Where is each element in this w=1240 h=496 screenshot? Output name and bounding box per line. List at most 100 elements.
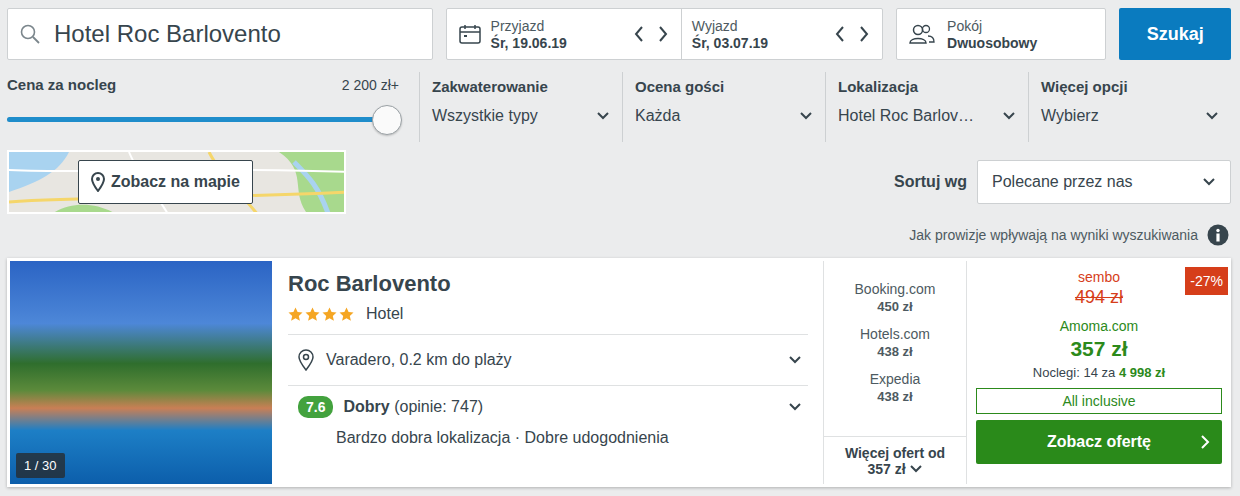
price-label: Cena za nocleg	[7, 76, 116, 93]
offers-column: Booking.com450 zł Hotels.com438 zł Expedia…	[823, 261, 967, 484]
date-text: WyjazdŚr, 03.07.19	[692, 18, 834, 51]
filter-dropdown[interactable]: ZakwaterowanieWszystkie typy	[419, 72, 622, 142]
room-value: Dwuosobowy	[947, 35, 1037, 51]
date-field[interactable]: PrzyjazdŚr, 19.06.19 WyjazdŚr, 03.07.19	[446, 8, 883, 60]
sort-control: Sortuj wg Polecane przez nas	[894, 160, 1231, 204]
star-rating	[288, 307, 354, 322]
chevron-down-icon[interactable]	[788, 402, 802, 412]
chevron-right-icon[interactable]	[657, 25, 669, 43]
map-sort-row: Zobacz na mapie Sortuj wg Polecane przez n…	[7, 150, 1231, 214]
filter-dropdown[interactable]: Ocena gościKażda	[622, 72, 825, 142]
partner-offer[interactable]: Expedia 438 zł	[870, 371, 921, 404]
filter-value-row: Każda	[635, 107, 813, 125]
rating-label: Dobry	[343, 398, 389, 415]
checkin-field[interactable]: PrzyjazdŚr, 19.06.19	[481, 9, 681, 59]
info-icon[interactable]	[1207, 224, 1229, 246]
best-deal: -27%sembo494 złAmoma.com357 złNoclegi: 1…	[967, 261, 1228, 484]
filter-label: Lokalizacja	[838, 78, 1016, 95]
rating-top: 7.6 Dobry (opinie: 747)	[298, 396, 802, 418]
offer-price: 450 zł	[877, 299, 912, 314]
map-pin-icon	[91, 172, 105, 192]
chevron-down-icon[interactable]	[799, 111, 813, 121]
star-icon	[322, 307, 337, 322]
date-value: Śr, 19.06.19	[491, 35, 633, 51]
price-slider-knob[interactable]	[372, 105, 402, 135]
highlights: Bardzo dobra lokalizacja · Dobre udogodn…	[298, 429, 802, 447]
search-input[interactable]	[54, 20, 420, 48]
hotel-photo[interactable]: 1 / 30	[10, 261, 272, 484]
search-field[interactable]	[7, 8, 433, 60]
filter-value-row: Hotel Roc Barlov…	[838, 107, 1016, 125]
chevron-down-icon[interactable]	[1202, 177, 1216, 187]
chevron-down-icon[interactable]	[1002, 111, 1016, 121]
commission-text: Jak prowizje wpływają na wyniki wyszukiw…	[909, 227, 1198, 243]
location-info: Varadero, 0.2 km do plaży	[298, 349, 512, 371]
filter-value-row: Wybierz	[1041, 107, 1219, 125]
sort-dropdown[interactable]: Polecane przez nas	[977, 160, 1231, 204]
checkout-field[interactable]: WyjazdŚr, 03.07.19	[681, 9, 882, 59]
rating-score: 7.6	[298, 396, 333, 418]
calendar-icon	[459, 24, 481, 44]
deal-price: 357 zł	[1070, 337, 1127, 361]
room-field[interactable]: PokójDwuosobowy	[896, 8, 1106, 60]
old-price: 494 zł	[1075, 287, 1123, 308]
hotel-info: Roc Barlovento Hotel Varadero, 0.2 km do p…	[272, 261, 823, 484]
search-icon	[20, 24, 40, 44]
partner-offer[interactable]: Hotels.com438 zł	[860, 326, 930, 359]
partner-offer[interactable]: Booking.com450 zł	[855, 281, 936, 314]
filter-dropdown[interactable]: Więcej opcji Wybierz	[1028, 72, 1231, 142]
chevron-left-icon[interactable]	[834, 25, 846, 43]
location-text: Varadero, 0.2 km do plaży	[326, 351, 512, 369]
date-value: Śr, 03.07.19	[692, 35, 834, 51]
filter-value: Hotel Roc Barlov…	[838, 107, 974, 125]
photo-counter: 1 / 30	[16, 453, 65, 478]
more-offers-price-row: 357 zł	[867, 461, 922, 477]
chevron-down-icon[interactable]	[909, 464, 923, 474]
guests-icon	[909, 23, 935, 45]
total-price: 4 998 zł	[1119, 365, 1165, 380]
filter-value: Wybierz	[1041, 107, 1099, 125]
sort-label: Sortuj wg	[894, 173, 967, 191]
map-preview[interactable]: Zobacz na mapie	[7, 150, 346, 214]
filter-dropdown[interactable]: Lokalizacja Hotel Roc Barlov…	[825, 72, 1028, 142]
view-deal-button[interactable]: Zobacz ofertę	[976, 420, 1222, 464]
date-label: Przyjazd	[491, 18, 633, 34]
commission-note[interactable]: Jak prowizje wpływają na wyniki wyszukiw…	[7, 222, 1231, 248]
offer-site: Expedia	[870, 371, 921, 387]
price-head: Cena za nocleg 2 200 zł+	[7, 76, 401, 93]
rating-info: 7.6 Dobry (opinie: 747)	[298, 396, 483, 418]
price-slider[interactable]	[7, 117, 387, 122]
chevron-left-icon[interactable]	[633, 25, 645, 43]
hotel-name[interactable]: Roc Barlovento	[288, 271, 808, 297]
date-label: Wyjazd	[692, 18, 834, 34]
room-label: Pokój	[947, 18, 1037, 34]
date-text: PrzyjazdŚr, 19.06.19	[491, 18, 633, 51]
location-row[interactable]: Varadero, 0.2 km do plaży	[288, 334, 808, 385]
search-button[interactable]: Szukaj	[1119, 8, 1231, 60]
old-site: sembo	[1078, 269, 1120, 285]
discount-badge: -27%	[1185, 267, 1228, 295]
hotel-class: Hotel	[288, 305, 808, 323]
show-map-label: Zobacz na mapie	[111, 173, 240, 191]
price-reading: 2 200 zł+	[342, 77, 401, 93]
hotel-card: 1 / 30 Roc Barlovento Hotel Varadero, 0.2 k…	[7, 258, 1231, 487]
chevron-right-icon	[1200, 434, 1210, 450]
price-filter: Cena za nocleg 2 200 zł+	[7, 72, 419, 142]
deal-site: Amoma.com	[1060, 318, 1139, 334]
room-text: PokójDwuosobowy	[947, 18, 1037, 51]
filter-value: Wszystkie typy	[432, 107, 538, 125]
show-map-button[interactable]: Zobacz na mapie	[78, 160, 253, 204]
rating-summary: Dobry (opinie: 747)	[343, 398, 483, 416]
sort-value: Polecane przez nas	[992, 173, 1133, 191]
more-offers[interactable]: Więcej ofert od357 zł	[824, 436, 966, 484]
rating-row[interactable]: 7.6 Dobry (opinie: 747) Bardzo dobra lokal…	[288, 385, 808, 447]
star-icon	[305, 307, 320, 322]
chevron-down-icon[interactable]	[788, 355, 802, 365]
chevron-down-icon[interactable]	[1205, 111, 1219, 121]
chevron-down-icon[interactable]	[596, 111, 610, 121]
chevron-right-icon[interactable]	[858, 25, 870, 43]
offer-price: 438 zł	[877, 389, 912, 404]
board-tag: All inclusive	[976, 388, 1222, 414]
date-arrows	[633, 25, 669, 43]
filter-label: Więcej opcji	[1041, 78, 1219, 95]
